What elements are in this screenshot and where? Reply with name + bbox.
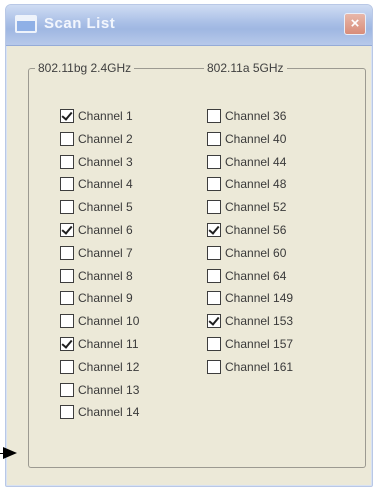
channel-checkbox-item[interactable]: Channel 9	[60, 289, 133, 307]
channel-label: Channel 14	[78, 405, 140, 420]
checkbox[interactable]	[60, 223, 74, 237]
channel-label: Channel 40	[225, 131, 287, 146]
channel-checkbox-item[interactable]: Channel 3	[60, 153, 133, 171]
scan-list-window: Scan List × 802.11bg 2.4GHz Channel 1 Cha…	[5, 4, 373, 487]
channel-checkbox-item[interactable]: Channel 149	[207, 289, 293, 307]
channel-label: Channel 3	[78, 154, 133, 169]
window-title: Scan List	[44, 15, 116, 32]
channel-checkbox-item[interactable]: Channel 40	[207, 130, 286, 148]
channel-label: Channel 9	[78, 291, 133, 306]
channel-checkbox-item[interactable]: Channel 52	[207, 198, 286, 216]
channel-checkbox-item[interactable]: Channel 36	[207, 107, 286, 125]
checkbox[interactable]	[60, 291, 74, 306]
channel-label: Channel 149	[225, 291, 294, 306]
channel-checkbox-item[interactable]: Channel 60	[207, 244, 286, 262]
channel-checkbox-item[interactable]: Channel 11	[60, 335, 139, 353]
channel-checkbox-item[interactable]: Channel 161	[207, 358, 293, 376]
checkbox[interactable]	[207, 131, 221, 146]
checkbox[interactable]	[60, 382, 74, 397]
channel-label: Channel 7	[78, 245, 133, 260]
channel-label: Channel 8	[78, 268, 133, 283]
checkbox[interactable]	[60, 268, 74, 283]
close-icon: ×	[350, 15, 360, 32]
checkbox[interactable]	[60, 359, 74, 374]
channel-checkbox-item[interactable]: Channel 44	[207, 153, 286, 171]
title-bar[interactable]: Scan List ×	[6, 5, 372, 46]
group-label-802-11bg: 802.11bg 2.4GHz	[35, 60, 135, 76]
channel-label: Channel 12	[78, 359, 140, 374]
channel-checkbox-item[interactable]: Channel 10	[60, 312, 139, 330]
channel-checkbox-item[interactable]: Channel 12	[60, 358, 139, 376]
channel-checkbox-item[interactable]: Channel 2	[60, 130, 133, 148]
channel-label: Channel 153	[225, 314, 294, 329]
checkbox[interactable]	[60, 131, 74, 146]
checkbox[interactable]	[207, 177, 221, 192]
close-button[interactable]: ×	[344, 13, 366, 35]
checkbox[interactable]	[207, 223, 221, 237]
checkbox[interactable]	[207, 200, 221, 215]
channel-label: Channel 6	[78, 223, 133, 237]
channel-label: Channel 64	[225, 268, 287, 283]
channel-label: Channel 60	[225, 245, 287, 260]
group-label-802-11a: 802.11a 5GHz	[204, 60, 287, 76]
channel-label: Channel 5	[78, 200, 133, 215]
channel-label: Channel 4	[78, 177, 133, 192]
channel-checkbox-item[interactable]: Channel 6	[60, 221, 133, 239]
channel-label: Channel 2	[78, 131, 133, 146]
checkbox[interactable]	[207, 245, 221, 260]
channel-label: Channel 157	[225, 337, 294, 351]
group-802-11bg: 802.11bg 2.4GHz Channel 1 Channel 2 Channe…	[28, 60, 203, 468]
checkbox[interactable]	[60, 314, 74, 329]
channel-checkbox-item[interactable]: Channel 7	[60, 244, 133, 262]
channel-checkbox-item[interactable]: Channel 5	[60, 198, 133, 216]
channel-label: Channel 44	[225, 154, 287, 169]
arrow-pointer-icon	[3, 447, 17, 459]
group-802-11a: 802.11a 5GHz Channel 36 Channel 40 Channel…	[202, 60, 366, 468]
checkbox[interactable]	[60, 245, 74, 260]
checkbox[interactable]	[60, 405, 74, 420]
channel-label: Channel 161	[225, 359, 294, 374]
channel-checkbox-item[interactable]: Channel 4	[60, 175, 133, 193]
checkbox[interactable]	[207, 291, 221, 306]
channel-checkbox-item[interactable]: Channel 13	[60, 381, 139, 399]
channel-label: Channel 36	[225, 109, 287, 123]
channel-label: Channel 1	[78, 109, 133, 123]
channel-checkbox-item[interactable]: Channel 14	[60, 403, 139, 421]
channel-checkbox-item[interactable]: Channel 1	[60, 107, 133, 125]
checkbox[interactable]	[207, 154, 221, 169]
checkbox[interactable]	[60, 109, 74, 123]
checkbox[interactable]	[60, 154, 74, 169]
channel-checkbox-item[interactable]: Channel 157	[207, 335, 293, 353]
channel-label: Channel 52	[225, 200, 287, 215]
channel-checkbox-item[interactable]: Channel 64	[207, 267, 286, 285]
checkbox[interactable]	[207, 314, 221, 329]
channel-checkbox-item[interactable]: Channel 8	[60, 267, 133, 285]
checkbox[interactable]	[207, 109, 221, 123]
checkbox[interactable]	[207, 268, 221, 283]
channel-label: Channel 48	[225, 177, 287, 192]
channel-label: Channel 13	[78, 382, 140, 397]
channel-checkbox-item[interactable]: Channel 48	[207, 175, 286, 193]
checkbox[interactable]	[60, 337, 74, 351]
checkbox[interactable]	[207, 337, 221, 351]
channel-label: Channel 11	[78, 337, 139, 351]
checkbox[interactable]	[60, 177, 74, 192]
channel-label: Channel 10	[78, 314, 140, 329]
channel-checkbox-item[interactable]: Channel 56	[207, 221, 286, 239]
checkbox[interactable]	[60, 200, 74, 215]
window-icon	[15, 15, 37, 33]
channel-checkbox-item[interactable]: Channel 153	[207, 312, 293, 330]
channel-label: Channel 56	[225, 223, 287, 237]
checkbox[interactable]	[207, 359, 221, 374]
